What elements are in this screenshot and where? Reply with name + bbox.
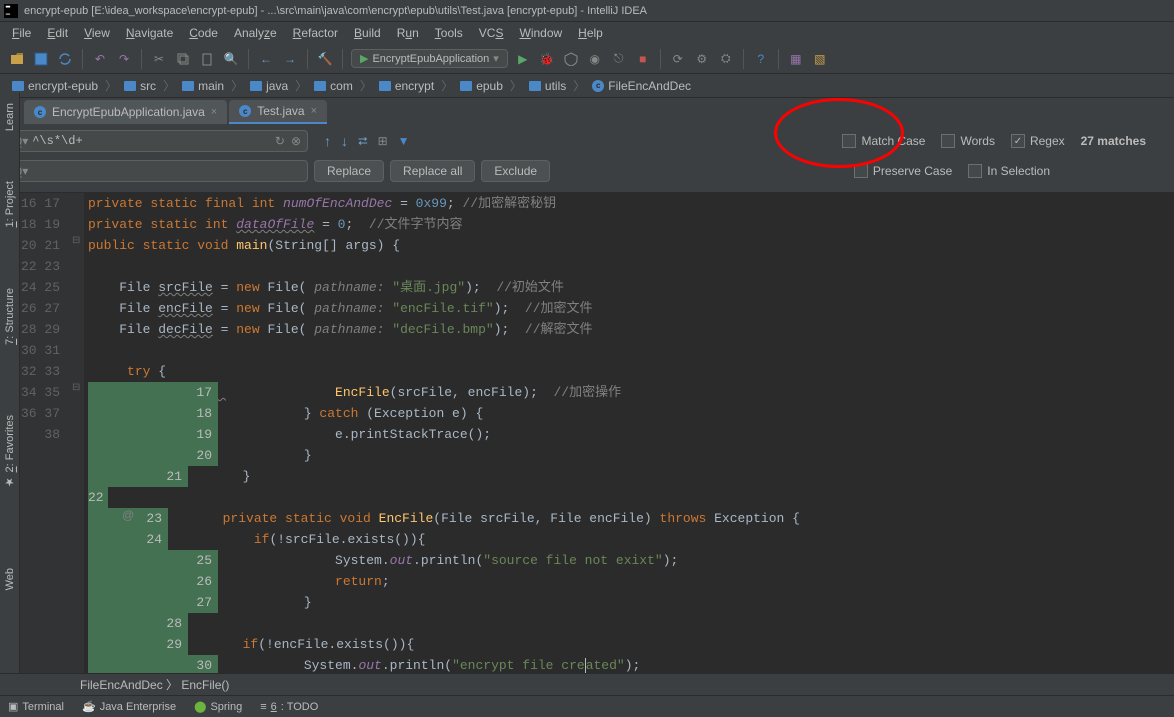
match-count: 27 matches: [1081, 134, 1146, 148]
find-replace-panel: Q▾ ^\s*\d+ ↻ ⊗ ↑ ↓ ⮂ ⊞ ▼ Match Case Word…: [0, 124, 1174, 193]
paste-icon[interactable]: [198, 50, 216, 68]
window-title-bar: encrypt-epub [E:\idea_workspace\encrypt-…: [0, 0, 1174, 22]
menu-edit[interactable]: Edit: [39, 24, 76, 42]
plugin-icon-1[interactable]: ▦: [787, 50, 805, 68]
todo-tool[interactable]: ≡ 6: TODO: [260, 701, 318, 713]
preserve-case-checkbox[interactable]: Preserve Case: [854, 164, 952, 178]
line-number-gutter: 16 17 18 19 20 21 22 23 24 25 26 27 28 2…: [20, 193, 70, 673]
search-input[interactable]: Q▾ ^\s*\d+ ↻ ⊗: [8, 130, 308, 152]
menu-run[interactable]: Run: [389, 24, 427, 42]
fold-gutter: ⊟ ⊟ @: [70, 193, 84, 673]
undo-icon[interactable]: ↶: [91, 50, 109, 68]
select-all-icon[interactable]: ⮂: [358, 134, 368, 149]
stop-icon[interactable]: ■: [634, 50, 652, 68]
match-case-checkbox[interactable]: Match Case: [842, 134, 925, 148]
debug-icon[interactable]: 🐞: [538, 50, 556, 68]
attach-icon[interactable]: ⎋: [610, 50, 628, 68]
java-enterprise-tool[interactable]: ☕ Java Enterprise: [82, 700, 176, 713]
back-icon[interactable]: ←: [257, 50, 275, 68]
editor-area: Learn 1: Project 7: Structure ★ 2: Favor…: [0, 193, 1174, 673]
menu-refactor[interactable]: Refactor: [285, 24, 346, 42]
plugin-icon-2[interactable]: ▧: [811, 50, 829, 68]
close-icon[interactable]: ×: [211, 106, 217, 118]
crumb-utils[interactable]: utils: [523, 79, 572, 93]
menu-navigate[interactable]: Navigate: [118, 24, 181, 42]
bottom-tool-strip: ▣ Terminal ☕ Java Enterprise ⬤ Spring ≡ …: [0, 695, 1174, 717]
replace-input[interactable]: Q▾: [8, 160, 308, 182]
crumb-src[interactable]: src: [118, 79, 162, 93]
regex-checkbox[interactable]: Regex: [1011, 134, 1065, 148]
window-title: encrypt-epub [E:\idea_workspace\encrypt-…: [24, 5, 647, 17]
terminal-tool[interactable]: ▣ Terminal: [8, 700, 64, 713]
vcs-update-icon[interactable]: ⟳: [669, 50, 687, 68]
history-icon[interactable]: ↻: [275, 134, 285, 149]
tab-encryptepubapp[interactable]: cEncryptEpubApplication.java×: [24, 100, 227, 124]
fold-icon[interactable]: ⊟: [72, 235, 80, 246]
learn-tool[interactable]: Learn: [4, 103, 16, 131]
words-checkbox[interactable]: Words: [941, 134, 994, 148]
tab-test[interactable]: cTest.java×: [229, 100, 327, 124]
menu-vcs[interactable]: VCS: [471, 24, 512, 42]
structure-tool[interactable]: 7: Structure: [4, 288, 16, 345]
next-match-icon[interactable]: ↓: [341, 133, 348, 149]
menu-window[interactable]: Window: [511, 24, 570, 42]
intellij-icon: [4, 4, 18, 18]
crumb-java[interactable]: java: [244, 79, 294, 93]
redo-icon[interactable]: ↷: [115, 50, 133, 68]
menu-help[interactable]: Help: [570, 24, 611, 42]
filter-icon[interactable]: ▼: [398, 134, 410, 148]
replace-all-button[interactable]: Replace all: [390, 160, 475, 182]
project-tool[interactable]: 1: Project: [4, 181, 16, 227]
menu-tools[interactable]: Tools: [427, 24, 471, 42]
open-icon[interactable]: [8, 50, 26, 68]
menu-code[interactable]: Code: [181, 24, 226, 42]
main-toolbar: ↶ ↷ ✂ 🔍 ← → 🔨 ▶ EncryptEpubApplication ▾…: [0, 44, 1174, 74]
navigation-breadcrumb: encrypt-epub〉 src〉 main〉 java〉 com〉 encr…: [0, 74, 1174, 98]
help-icon[interactable]: ?: [752, 50, 770, 68]
close-icon[interactable]: ×: [311, 105, 317, 117]
settings-icon[interactable]: ⚙: [693, 50, 711, 68]
favorites-tool[interactable]: ★ 2: Favorites: [3, 415, 16, 489]
clear-icon[interactable]: ⊗: [291, 134, 301, 149]
crumb-class[interactable]: cFileEncAndDec: [586, 79, 697, 93]
run-icon[interactable]: ▶: [514, 50, 532, 68]
menu-file[interactable]: File: [4, 24, 39, 42]
sync-icon[interactable]: [56, 50, 74, 68]
crumb-main[interactable]: main: [176, 79, 230, 93]
menu-view[interactable]: View: [76, 24, 118, 42]
prev-match-icon[interactable]: ↑: [324, 133, 331, 149]
spring-tool[interactable]: ⬤ Spring: [194, 700, 242, 713]
psettings-icon[interactable]: ⛭: [717, 50, 735, 68]
editor-tabs: cEncryptEpubApplication.java× cTest.java…: [0, 98, 1174, 124]
crumb-project[interactable]: encrypt-epub: [6, 79, 104, 93]
cut-icon[interactable]: ✂: [150, 50, 168, 68]
menu-bar: File Edit View Navigate Code Analyze Ref…: [0, 22, 1174, 44]
menu-build[interactable]: Build: [346, 24, 389, 42]
find-icon[interactable]: 🔍: [222, 50, 240, 68]
build-icon[interactable]: 🔨: [316, 50, 334, 68]
run-config-selector[interactable]: ▶ EncryptEpubApplication ▾: [351, 49, 508, 68]
fold-icon[interactable]: ⊟: [72, 382, 80, 393]
coverage-icon[interactable]: [562, 50, 580, 68]
crumb-encrypt[interactable]: encrypt: [373, 79, 440, 93]
save-all-icon[interactable]: [32, 50, 50, 68]
in-selection-checkbox[interactable]: In Selection: [968, 164, 1050, 178]
code-editor[interactable]: private static final int numOfEncAndDec …: [84, 193, 1174, 673]
profiler-icon[interactable]: ◉: [586, 50, 604, 68]
crumb-epub[interactable]: epub: [454, 79, 509, 93]
replace-button[interactable]: Replace: [314, 160, 384, 182]
copy-icon[interactable]: [174, 50, 192, 68]
menu-analyze[interactable]: Analyze: [226, 24, 285, 42]
new-window-icon[interactable]: ⊞: [378, 134, 388, 148]
editor-breadcrumb: FileEncAndDec 〉 EncFile(): [0, 673, 1174, 695]
web-tool[interactable]: Web: [4, 568, 16, 590]
exclude-button[interactable]: Exclude: [481, 160, 550, 182]
change-marker-icon: @: [122, 508, 134, 522]
forward-icon[interactable]: →: [281, 50, 299, 68]
crumb-com[interactable]: com: [308, 79, 359, 93]
